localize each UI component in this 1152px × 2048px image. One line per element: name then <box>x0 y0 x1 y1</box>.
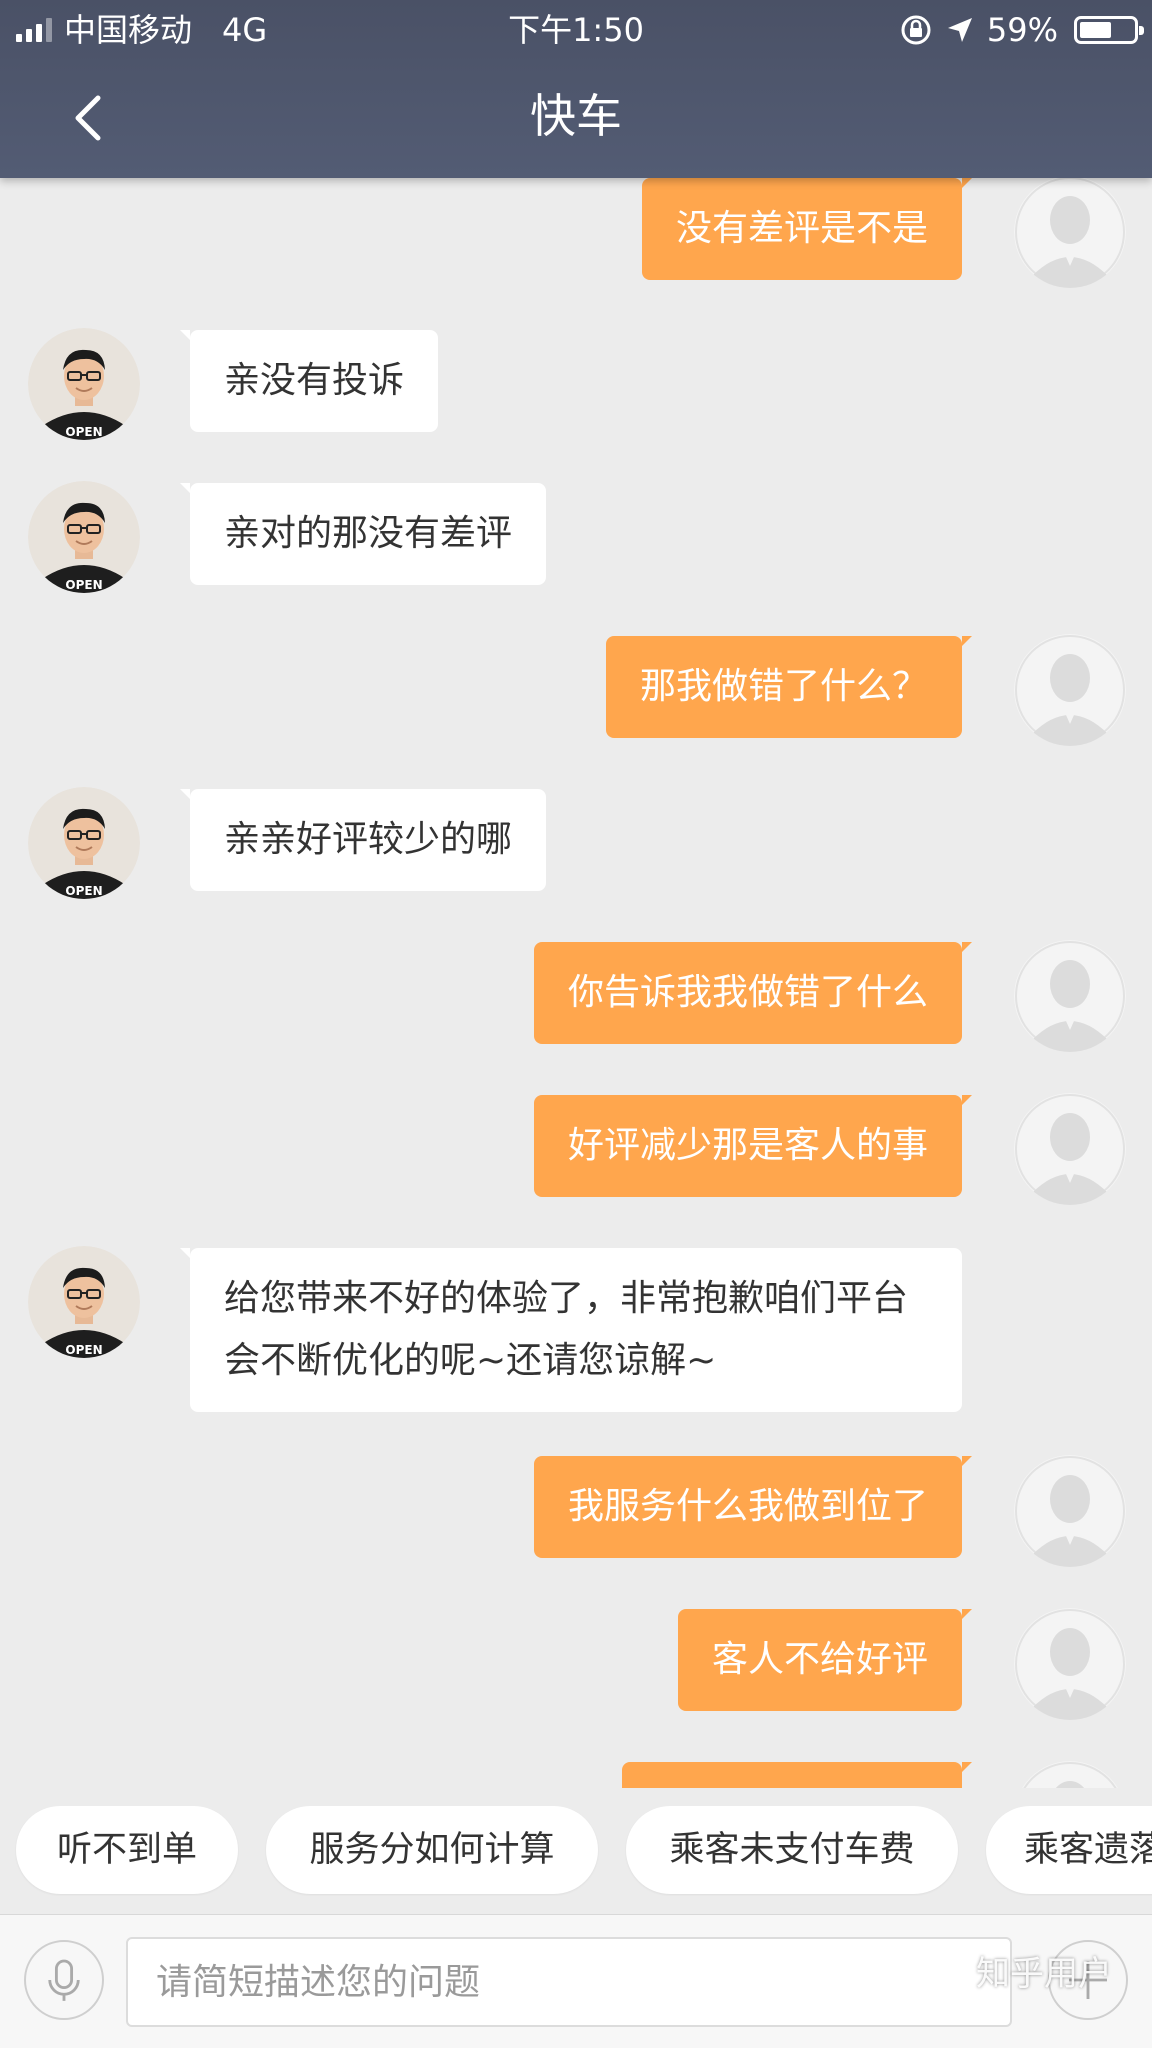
svg-text:OPEN: OPEN <box>65 1343 102 1357</box>
user-avatar[interactable] <box>1014 1455 1126 1567</box>
user-avatar[interactable] <box>1014 1761 1126 1788</box>
chat-screen: 没有差评是不是 OPEN 亲没有投诉 OPEN 亲对的那没有差评 那我做错了什么… <box>0 0 1152 2048</box>
location-arrow-icon <box>947 18 972 42</box>
quick-reply-chip[interactable]: 服务分如何计算 <box>266 1806 598 1894</box>
quick-reply-chip[interactable]: 乘客遗落 <box>986 1806 1152 1894</box>
battery-icon <box>1074 16 1144 44</box>
agent-avatar[interactable]: OPEN <box>28 1246 140 1358</box>
nav-bar: 中国移动 4G 下午1:50 59% 快车 <box>0 0 1152 178</box>
quick-reply-chip[interactable]: 乘客未支付车费 <box>626 1806 958 1894</box>
outgoing-message[interactable]: 我服务什么我做到位了 <box>533 1456 973 1558</box>
quick-reply-bar[interactable]: 听不到单 服务分如何计算 乘客未支付车费 乘客遗落 <box>0 1790 1152 1912</box>
user-avatar[interactable] <box>1014 1093 1126 1205</box>
quick-reply-chip[interactable]: 听不到单 <box>16 1806 238 1894</box>
outgoing-message[interactable]: 客人不给好评 <box>677 1609 973 1711</box>
outgoing-message-partial[interactable] <box>622 1762 972 1788</box>
battery-level <box>1080 22 1111 38</box>
battery-percent: 59% <box>986 11 1058 49</box>
microphone-icon[interactable] <box>24 1940 104 2020</box>
outgoing-message[interactable]: 好评减少那是客人的事 <box>533 1095 973 1197</box>
user-avatar[interactable] <box>1014 1608 1126 1720</box>
user-avatar[interactable] <box>1014 940 1126 1052</box>
rotation-lock-icon <box>901 15 931 45</box>
incoming-message[interactable]: 给您带来不好的体验了，非常抱歉咱们平台会不断优化的呢~还请您谅解~ <box>180 1248 962 1412</box>
status-right: 59% <box>899 10 1144 50</box>
outgoing-message[interactable]: 那我做错了什么？ <box>605 636 973 738</box>
svg-text:OPEN: OPEN <box>65 884 102 898</box>
watermark: 知乎用户 <box>976 1954 1112 1994</box>
page-title: 快车 <box>530 89 622 143</box>
outgoing-message[interactable]: 没有差评是不是 <box>641 178 973 280</box>
agent-avatar[interactable]: OPEN <box>28 328 140 440</box>
agent-avatar[interactable]: OPEN <box>28 481 140 593</box>
incoming-message[interactable]: 亲亲好评较少的哪 <box>179 789 547 891</box>
incoming-message[interactable]: 亲没有投诉 <box>179 330 439 432</box>
message-list[interactable]: 没有差评是不是 OPEN 亲没有投诉 OPEN 亲对的那没有差评 那我做错了什么… <box>0 0 1152 1788</box>
user-avatar[interactable] <box>1014 634 1126 746</box>
agent-avatar[interactable]: OPEN <box>28 787 140 899</box>
incoming-message[interactable]: 亲对的那没有差评 <box>179 483 547 585</box>
svg-text:OPEN: OPEN <box>65 578 102 592</box>
svg-text:OPEN: OPEN <box>65 425 102 439</box>
message-input[interactable] <box>126 1937 1012 2027</box>
outgoing-message[interactable]: 你告诉我我做错了什么 <box>533 942 973 1044</box>
user-avatar[interactable] <box>1014 176 1126 288</box>
